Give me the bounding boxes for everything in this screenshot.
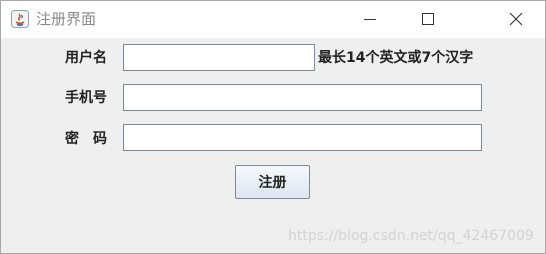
username-input[interactable] (123, 44, 315, 71)
minimize-button[interactable] (341, 1, 399, 38)
username-label: 用户名 (65, 50, 107, 66)
title-bar[interactable]: 注册界面 (1, 1, 545, 38)
password-input[interactable] (123, 124, 482, 151)
watermark-url: https://blog.csdn.net/qq_42467009 (288, 228, 534, 244)
registration-window: 注册界面 用户名 最长14个英文或7个汉字 手机号 密 码 注册 https:/… (0, 0, 546, 254)
maximize-button[interactable] (399, 1, 457, 38)
register-button[interactable]: 注册 (235, 165, 310, 199)
maximize-icon (422, 13, 434, 25)
phone-input[interactable] (123, 84, 482, 111)
username-hint: 最长14个英文或7个汉字 (318, 50, 474, 66)
java-app-icon (11, 10, 29, 28)
close-icon (509, 12, 523, 26)
phone-label: 手机号 (65, 90, 107, 106)
close-button[interactable] (487, 1, 545, 38)
minimize-icon (364, 19, 376, 20)
window-title: 注册界面 (36, 10, 97, 28)
password-label: 密 码 (65, 131, 107, 147)
